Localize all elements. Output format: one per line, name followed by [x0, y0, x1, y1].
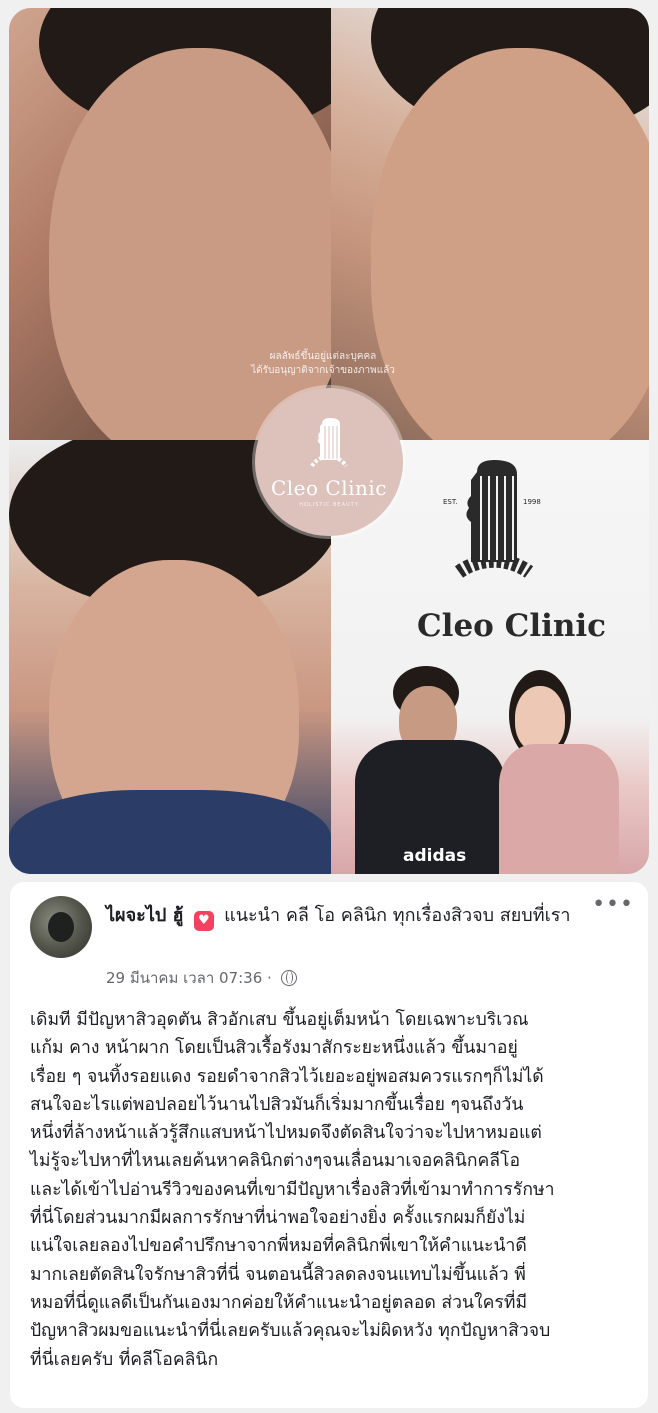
body-line: แก้ม คาง หน้าผาก โดยเป็นสิวเรื้อรังมาสัก… — [30, 1038, 518, 1059]
before-after-collage[interactable]: EST. 1998 Cleo Clinic adidas ผลลัพธ์ขึ้น… — [9, 8, 649, 874]
clinic-wall-name: Cleo Clinic — [417, 608, 607, 644]
author-name[interactable]: ไผจะไป ฮู้ — [106, 905, 184, 926]
result-disclaimer: ผลลัพธ์ขึ้นอยู่แต่ละบุคคล ได้รับอนุญาติจ… — [223, 350, 423, 378]
post-body: เดิมที มีปัญหาสิวอุดตัน สิวอักเสบ ขึ้นอย… — [30, 1006, 636, 1374]
body-line: หมอที่นี่ดูแลดีเป็นกันเองมากค่อยให้คำแนะ… — [30, 1292, 528, 1313]
disclaimer-line: ผลลัพธ์ขึ้นอยู่แต่ละบุคคล — [269, 351, 377, 362]
post-header: ไผจะไป ฮู้ ♥ แนะนำ คลี โอ คลินิก ทุกเรื่… — [106, 902, 616, 931]
body-line: ที่นี่เลยครับ ที่คลีโอคลินิก — [30, 1349, 219, 1370]
svg-text:1998: 1998 — [523, 498, 541, 506]
disclaimer-line: ได้รับอนุญาติจากเจ้าของภาพแล้ว — [251, 365, 395, 376]
post-timestamp[interactable]: 29 มีนาคม เวลา 07:36 · — [106, 969, 272, 987]
body-line: แน่ใจเลยลองไปขอคำปรึกษาจากพี่หมอที่คลินิ… — [30, 1236, 527, 1257]
body-line: สนใจอะไรแต่พอปลอยไว้นานไปสิวมันก็เริ่มมา… — [30, 1094, 524, 1115]
badge-subtitle: HOLISTIC BEAUTY — [299, 502, 359, 508]
cleo-clinic-badge: Cleo Clinic HOLISTIC BEAUTY — [255, 388, 403, 536]
author-avatar[interactable] — [30, 896, 92, 958]
body-line: และได้เข้าไปอ่านรีวิวของคนที่เขามีปัญหาเ… — [30, 1179, 555, 1200]
facebook-post-card: ไผจะไป ฮู้ ♥ แนะนำ คลี โอ คลินิก ทุกเรื่… — [10, 882, 648, 1408]
more-options-icon[interactable]: ••• — [592, 894, 634, 916]
shirt-brand-text: adidas — [403, 846, 467, 866]
body-line: หนึ่งที่ล้างหน้าแล้วรู้สึกแสบหน้าไปหมดจึ… — [30, 1123, 542, 1144]
heart-badge-icon: ♥ — [193, 911, 214, 931]
cleo-clinic-logo-icon — [310, 418, 348, 468]
body-line: ปัญหาสิวผมขอแนะนำที่นี่เลยครับแล้วคุณจะไ… — [30, 1321, 551, 1342]
globe-icon — [280, 970, 297, 986]
body-line: เรื่อย ๆ จนทิ้งรอยแดง รอยดำจากสิวไว้เยอะ… — [30, 1066, 544, 1087]
body-line: มากเลยตัดสินใจรักษาสิวที่นี่ จนตอนนี้สิว… — [30, 1264, 526, 1285]
badge-clinic-name: Cleo Clinic — [270, 476, 387, 500]
post-meta: 29 มีนาคม เวลา 07:36 · — [106, 966, 297, 990]
svg-text:EST.: EST. — [443, 498, 458, 506]
body-line: ที่นี่โดยส่วนมากมีผลการรักษาที่น่าพอใจอย… — [30, 1208, 526, 1229]
body-line: เดิมที มีปัญหาสิวอุดตัน สิวอักเสบ ขึ้นอย… — [30, 1010, 529, 1030]
cleo-clinic-wall-logo-icon: EST. 1998 — [443, 460, 541, 578]
body-line: ไม่รู้จะไปหาที่ไหนเลยค้นหาคลินิกต่างๆจนเ… — [30, 1151, 521, 1172]
post-headline[interactable]: แนะนำ คลี โอ คลินิก ทุกเรื่องสิวจบ สยบที… — [224, 905, 570, 926]
